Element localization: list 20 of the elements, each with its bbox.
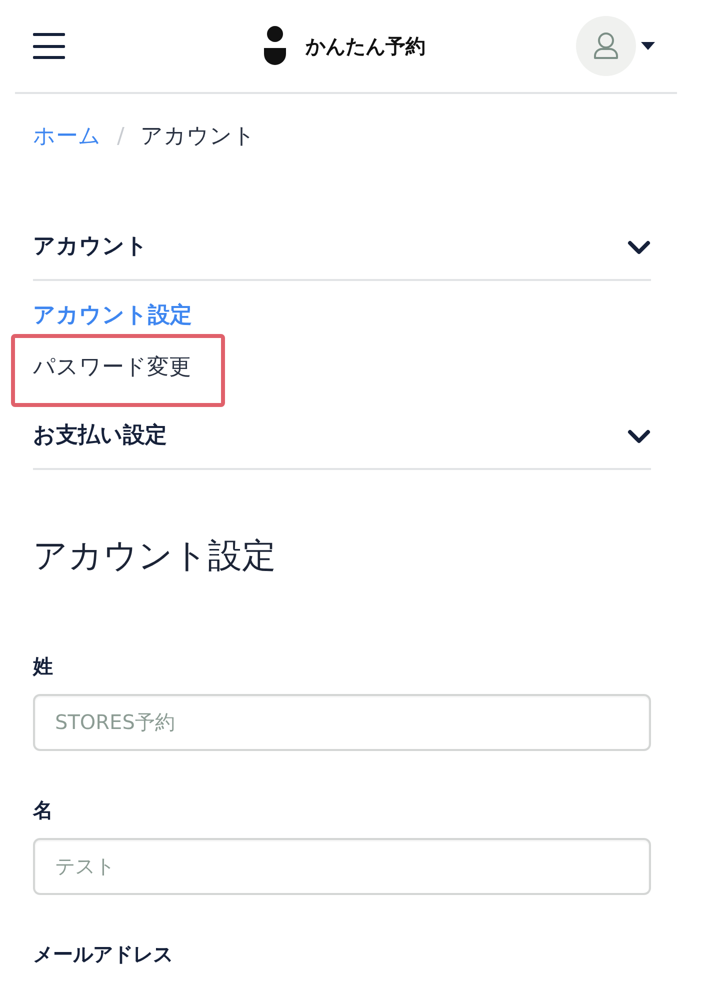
breadcrumb-current: アカウント <box>140 123 256 151</box>
menu-link[interactable]: アカウント設定 <box>33 300 192 332</box>
field-label: 名 <box>33 797 54 824</box>
app-title: かんたん予約 <box>306 33 426 60</box>
accordion-header[interactable]: アカウント <box>33 215 651 281</box>
breadcrumb-separator: / <box>117 123 124 151</box>
field-label: 姓 <box>33 653 54 680</box>
accordion-header[interactable]: お支払い設定 <box>33 404 651 470</box>
chevron-down-icon <box>627 240 651 254</box>
page-title: アカウント設定 <box>33 536 277 576</box>
caret-down-icon[interactable] <box>641 42 655 50</box>
user-icon <box>593 32 619 60</box>
menu-button[interactable] <box>33 33 65 59</box>
person-logo-icon <box>262 26 286 66</box>
chevron-down-icon <box>627 428 651 444</box>
text-field[interactable]: STORES予約 <box>33 694 651 751</box>
menu-link[interactable]: パスワード変更 <box>33 352 191 384</box>
breadcrumb-link[interactable]: ホーム <box>33 122 101 152</box>
text-field[interactable]: テスト <box>33 838 651 895</box>
field-label: メールアドレス <box>33 941 174 968</box>
